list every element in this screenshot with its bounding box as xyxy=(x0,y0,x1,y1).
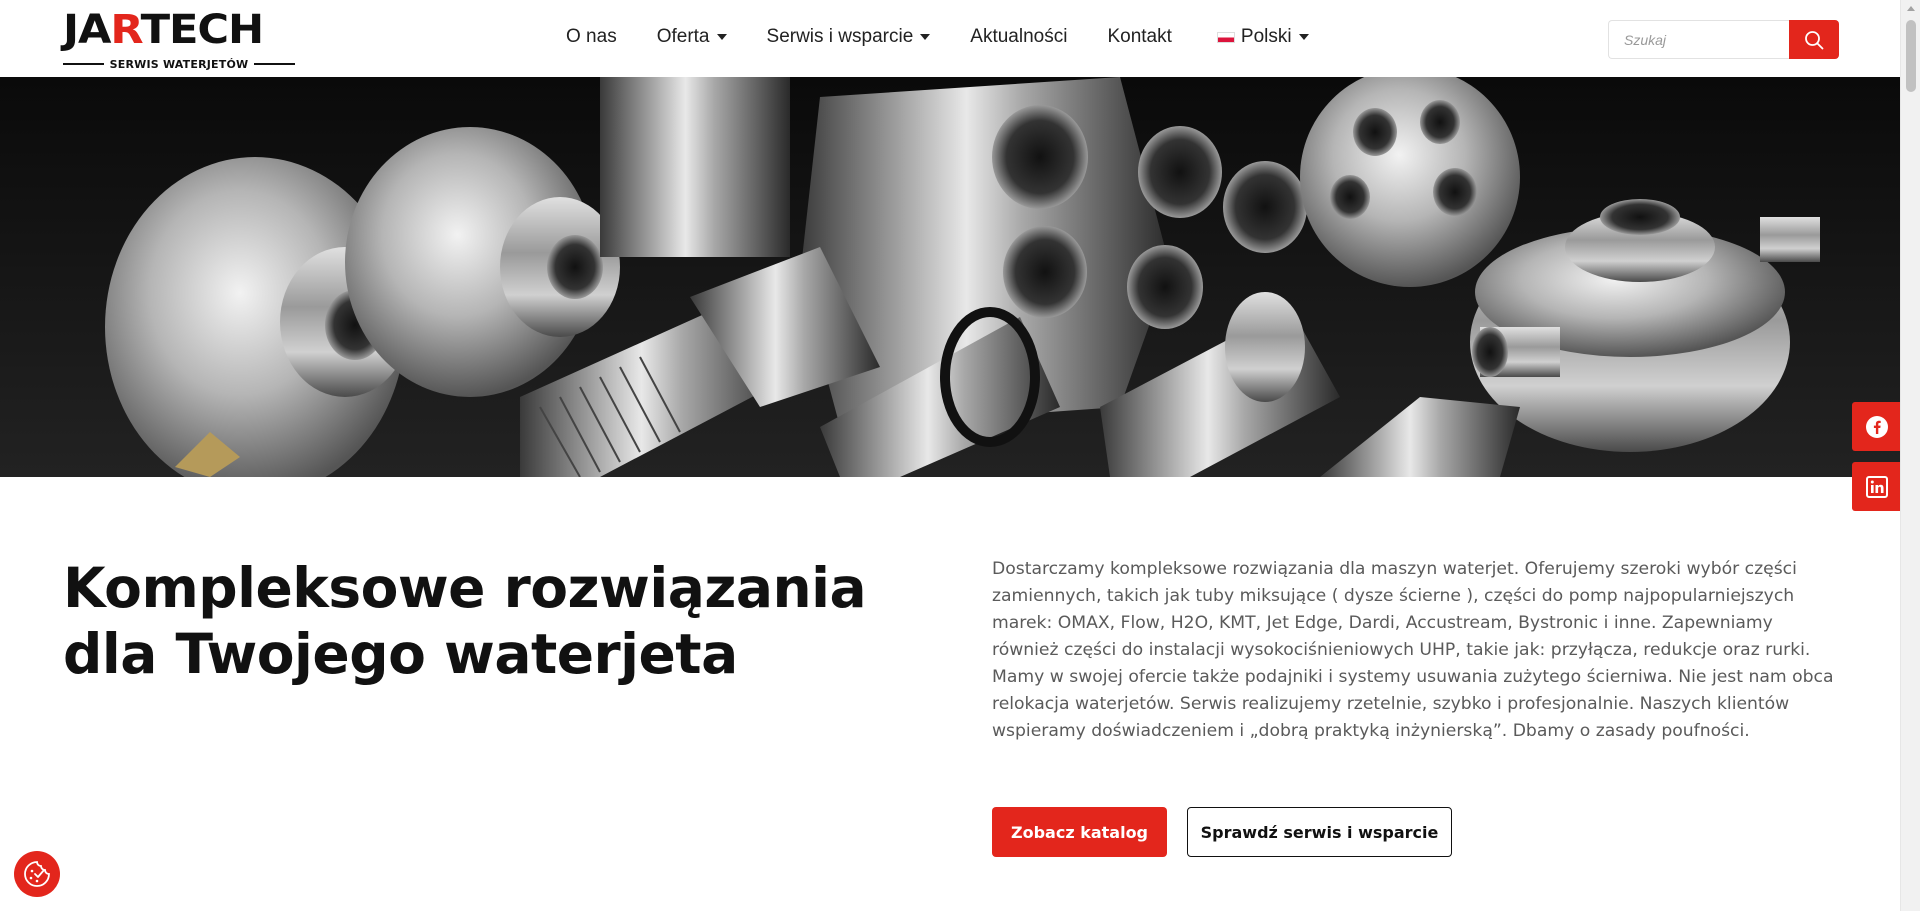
nav-label: Oferta xyxy=(656,26,710,47)
language-switcher[interactable]: Polski xyxy=(1216,26,1309,48)
nav-item-kontakt[interactable]: Kontakt xyxy=(1107,26,1171,48)
logo-tagline: SERWIS WATERJETÓW xyxy=(109,57,249,71)
caret-down-icon xyxy=(716,34,727,40)
nav-label: Kontakt xyxy=(1107,26,1172,47)
facebook-button[interactable] xyxy=(1852,402,1902,451)
headline-line-1: Kompleksowe rozwiązania xyxy=(63,556,867,620)
poland-flag-icon xyxy=(1216,31,1235,43)
site-header: JARTECH SERWIS WATERJETÓW O nas Oferta S… xyxy=(0,0,1900,77)
logo-divider xyxy=(254,63,296,65)
search-input[interactable] xyxy=(1608,20,1789,59)
page-scrollbar[interactable] xyxy=(1900,0,1920,911)
caret-down-icon xyxy=(920,34,931,40)
service-support-button[interactable]: Sprawdź serwis i wsparcie xyxy=(1187,807,1452,857)
nav-item-aktualnosci[interactable]: Aktualności xyxy=(970,26,1067,48)
search-form xyxy=(1608,20,1839,59)
waterjet-parts-photo xyxy=(0,77,1900,477)
intro-paragraph: Dostarczamy kompleksowe rozwiązania dla … xyxy=(992,559,1834,741)
nav-item-serwis[interactable]: Serwis i wsparcie xyxy=(767,26,931,48)
main-nav: O nas Oferta Serwis i wsparcie Aktualnoś… xyxy=(566,26,1309,48)
logo-wordmark: JARTECH xyxy=(63,7,264,53)
cookie-settings-button[interactable] xyxy=(14,851,60,897)
facebook-icon xyxy=(1866,415,1888,438)
caret-down-icon xyxy=(1298,34,1309,40)
nav-item-oferta[interactable]: Oferta xyxy=(657,26,727,48)
linkedin-icon xyxy=(1866,475,1888,498)
hero-image xyxy=(0,77,1900,477)
nav-label: O nas xyxy=(566,26,617,47)
language-label: Polski xyxy=(1240,26,1292,47)
cookie-icon xyxy=(24,861,50,887)
scrollbar-thumb[interactable] xyxy=(1906,20,1916,92)
nav-label: Aktualności xyxy=(970,26,1068,47)
search-icon xyxy=(1805,30,1824,49)
page-headline: Kompleksowe rozwiązania dla Twojego wate… xyxy=(63,555,883,687)
nav-label: Serwis i wsparcie xyxy=(766,26,914,47)
search-button[interactable] xyxy=(1789,20,1839,59)
linkedin-button[interactable] xyxy=(1852,462,1902,511)
headline-line-2: dla Twojego waterjeta xyxy=(63,622,738,686)
scroll-up-arrow-icon[interactable] xyxy=(1907,6,1915,11)
logo-divider xyxy=(63,63,104,65)
catalog-button[interactable]: Zobacz katalog xyxy=(992,807,1167,857)
logo-tagline-row: SERWIS WATERJETÓW xyxy=(63,57,296,71)
nav-item-o-nas[interactable]: O nas xyxy=(566,26,617,48)
logo[interactable]: JARTECH SERWIS WATERJETÓW xyxy=(63,8,296,71)
